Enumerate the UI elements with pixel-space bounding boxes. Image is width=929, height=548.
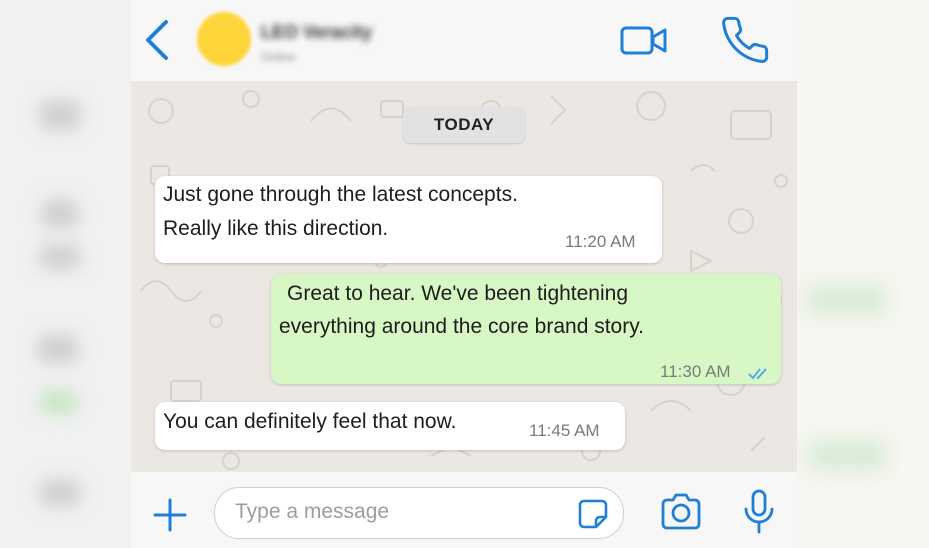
sticker-icon — [578, 499, 608, 529]
contact-status: Online — [261, 50, 296, 64]
chat-header: LEO Veracity Online — [131, 0, 797, 81]
message-timestamp: 11:20 AM — [565, 232, 636, 251]
video-camera-icon — [620, 26, 667, 55]
message-bubble-incoming[interactable]: You can definitely feel that now. 11:45 … — [155, 402, 625, 450]
sticker-button[interactable] — [577, 498, 609, 530]
voice-call-button[interactable] — [719, 14, 771, 66]
microphone-button[interactable] — [743, 489, 775, 535]
video-call-button[interactable] — [619, 22, 671, 60]
message-bubble-incoming[interactable]: Just gone through the latest concepts. R… — [155, 176, 662, 263]
attach-button[interactable] — [151, 496, 189, 534]
background-left — [0, 0, 131, 548]
message-text: Really like this direction. — [163, 217, 389, 240]
phone-icon — [722, 16, 769, 64]
contact-name[interactable]: LEO Veracity — [261, 22, 372, 43]
message-timestamp: 11:45 AM — [529, 421, 600, 440]
chat-window: LEO Veracity Online TODAY Just gone thro… — [131, 0, 797, 548]
background-right — [797, 0, 929, 548]
message-text: Great to hear. We've been tightening — [287, 282, 629, 305]
microphone-icon — [744, 489, 774, 534]
composer-bar — [131, 472, 797, 548]
message-input-box[interactable] — [214, 487, 624, 539]
back-button[interactable] — [139, 18, 175, 62]
message-text: everything around the core brand story. — [279, 315, 644, 338]
avatar[interactable] — [197, 12, 251, 66]
message-text: You can definitely feel that now. — [163, 410, 457, 433]
camera-button[interactable] — [659, 492, 703, 532]
date-separator: TODAY — [403, 107, 525, 143]
message-list[interactable]: TODAY Just gone through the latest conce… — [131, 81, 797, 472]
message-timestamp: 11:30 AM — [660, 362, 731, 381]
message-bubble-outgoing[interactable]: Great to hear. We've been tightening eve… — [271, 274, 781, 384]
message-input[interactable] — [235, 494, 555, 530]
plus-icon — [153, 498, 187, 532]
camera-icon — [661, 493, 701, 530]
read-receipt-icon — [748, 368, 767, 380]
message-text: Just gone through the latest concepts. — [163, 183, 518, 206]
chevron-left-icon — [146, 20, 168, 60]
